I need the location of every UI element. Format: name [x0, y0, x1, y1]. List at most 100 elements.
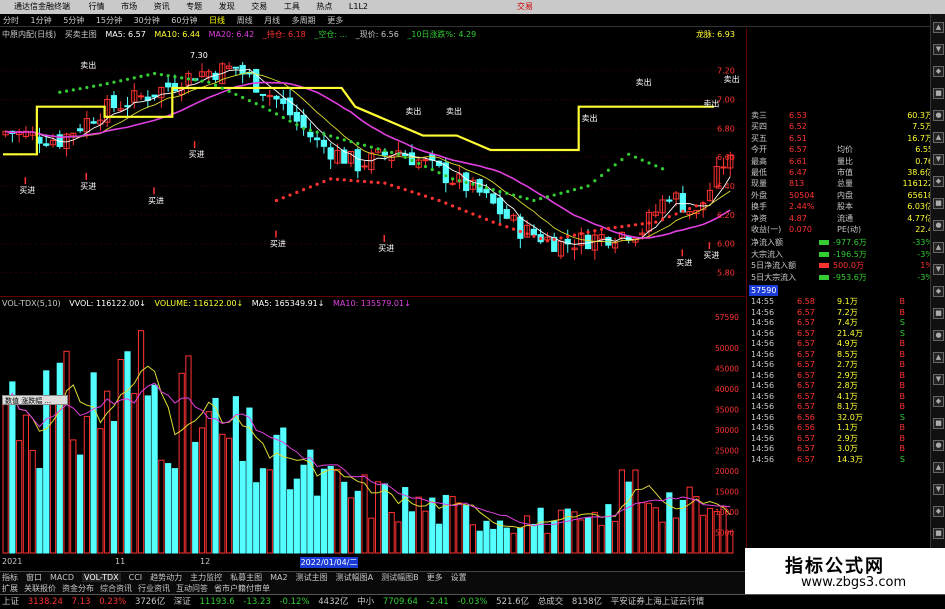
toolbar-icon[interactable]: ● [933, 110, 944, 121]
toolbar-icon[interactable]: ■ [933, 528, 944, 539]
tick-side: B [899, 360, 906, 369]
indicator-tab[interactable]: 更多 [427, 573, 443, 582]
toolbar-icon[interactable]: ■ [933, 308, 944, 319]
indicator-tab[interactable]: 窗口 [26, 573, 42, 582]
period-multi[interactable]: 多周期 [292, 16, 316, 25]
quote-label-2: PE(动) [837, 225, 862, 234]
flow-value: -977.6万 [833, 238, 867, 248]
toolbar-icon[interactable]: ▼ [933, 264, 944, 275]
period-daily[interactable]: 日线 [209, 16, 225, 25]
toolbar-icon[interactable]: ◆ [933, 506, 944, 517]
volume-bar [158, 459, 165, 554]
volume-bar [334, 468, 341, 554]
red-dot [539, 236, 543, 241]
toolbar-icon[interactable]: ◆ [933, 396, 944, 407]
toolbar-icon[interactable]: ◆ [933, 176, 944, 187]
extension-tab[interactable]: 行业资讯 [138, 584, 170, 593]
tick-time: 14:56 [751, 444, 775, 453]
indicator-tab[interactable]: 指标 [2, 573, 18, 582]
menu-faxian[interactable]: 发现 [219, 0, 235, 14]
indicator-tab[interactable]: CCI [129, 573, 143, 582]
tick-time: 14:56 [751, 318, 775, 327]
period-weekly[interactable]: 周线 [237, 16, 253, 25]
toolbar-icon[interactable]: ▲ [933, 462, 944, 473]
indicator-tab[interactable]: 测试主图 [296, 573, 328, 582]
period-60min[interactable]: 60分钟 [171, 16, 197, 25]
toolbar-icon[interactable]: ▼ [933, 154, 944, 165]
sh-index-name[interactable]: 上证 [2, 597, 19, 607]
indicator-tab[interactable]: MACD [50, 573, 74, 582]
period-1min[interactable]: 1分钟 [31, 16, 52, 25]
l1l2-label[interactable]: L1L2 [349, 0, 368, 14]
toolbar-icon[interactable]: ■ [933, 88, 944, 99]
volume-bar [693, 496, 700, 554]
menu-hangqing[interactable]: 行情 [89, 0, 105, 14]
extension-tab[interactable]: 资金分布 [62, 584, 94, 593]
sz-index-name[interactable]: 深证 [174, 597, 191, 607]
right-toolbar[interactable]: ▲▼◆■●▲▼◆■●▲▼◆■●▲▼◆■●▲▼◆■● [930, 14, 945, 586]
zx-index-name[interactable]: 中小 [357, 597, 374, 607]
login-link[interactable]: 交易 [517, 0, 533, 14]
toolbar-icon[interactable]: ■ [933, 198, 944, 209]
tick-time: 14:56 [751, 454, 775, 464]
quote-label-2: 市值 [837, 168, 853, 177]
formula-name[interactable]: 买卖主图 [65, 30, 97, 39]
quote-label-2: 流通 [837, 213, 853, 223]
green-dot [660, 167, 665, 171]
menu-zhuanti[interactable]: 专题 [186, 0, 202, 14]
vol-indicator-name[interactable]: VOL-TDX(5,10) [2, 299, 61, 308]
toolbar-icon[interactable]: ■ [933, 418, 944, 429]
extension-tab[interactable]: 互动问答 [176, 584, 208, 593]
indicator-tab[interactable]: 主力监控 [190, 573, 222, 582]
toolbar-icon[interactable]: ▲ [933, 242, 944, 253]
toolbar-icon[interactable]: ◆ [933, 286, 944, 297]
indicator-tab[interactable]: MA2 [270, 573, 287, 582]
green-dot [159, 73, 163, 77]
toolbar-icon[interactable]: ▼ [933, 374, 944, 385]
toolbar-icon[interactable]: ▼ [933, 44, 944, 55]
volume-chart[interactable]: 57590 50000 45000 40000 35000 30000 25000 20000… [0, 309, 745, 557]
period-5min[interactable]: 5分钟 [63, 16, 84, 25]
toolbar-icon[interactable]: ▼ [933, 484, 944, 495]
candle-body [273, 95, 280, 100]
extension-tab[interactable]: 关联报价 [24, 584, 56, 593]
green-dot [593, 179, 597, 183]
indicator-tab[interactable]: 设置 [451, 573, 467, 582]
indicator-tab[interactable]: 测试幅图B [381, 573, 419, 582]
menu-shichang[interactable]: 市场 [121, 0, 137, 14]
menu-jiaoyi[interactable]: 交易 [251, 0, 267, 14]
flow-value: -953.6万 [833, 272, 867, 282]
toolbar-icon[interactable]: ● [933, 330, 944, 341]
toolbar-icon[interactable]: ▲ [933, 352, 944, 363]
quote-value-2: 116122 [902, 179, 933, 189]
red-dot [484, 217, 489, 221]
indicator-tab[interactable]: VOL-TDX [81, 573, 121, 582]
indicator-tab[interactable]: 私募主图 [230, 573, 262, 582]
menu-zixun[interactable]: 资讯 [154, 0, 170, 14]
volume-bar [578, 519, 585, 554]
quote-label: 买四 [751, 122, 767, 132]
candle-body [720, 166, 727, 169]
green-dot [410, 158, 414, 163]
red-dot [511, 227, 516, 231]
indicator-tab[interactable]: 测试幅图A [336, 573, 373, 582]
menu-redian[interactable]: 热点 [316, 0, 332, 14]
period-15min[interactable]: 15分钟 [96, 16, 122, 25]
toolbar-icon[interactable]: ● [933, 220, 944, 231]
period-more[interactable]: 更多 [327, 16, 343, 25]
toolbar-icon[interactable]: ● [933, 440, 944, 451]
indicator-tab[interactable]: 趋势动力 [150, 573, 182, 582]
extension-tab[interactable]: 省市户籍付审单 [214, 584, 270, 593]
toolbar-icon[interactable]: ▲ [933, 22, 944, 33]
period-monthly[interactable]: 月线 [264, 16, 280, 25]
red-dot [444, 201, 448, 205]
period-fenshi[interactable]: 分时 [3, 16, 19, 25]
green-dot [71, 88, 75, 92]
period-30min[interactable]: 30分钟 [134, 16, 160, 25]
menu-gongju[interactable]: 工具 [284, 0, 300, 14]
candlestick-chart[interactable]: 卖出卖出 卖出卖出卖出卖出卖出买进 买进买进买进买进 买进买进买进7.307.207.… [0, 41, 745, 295]
extension-tab[interactable]: 综合资讯 [100, 584, 132, 593]
toolbar-icon[interactable]: ▲ [933, 132, 944, 143]
toolbar-icon[interactable]: ◆ [933, 66, 944, 77]
extension-tab[interactable]: 扩展 [2, 584, 18, 593]
